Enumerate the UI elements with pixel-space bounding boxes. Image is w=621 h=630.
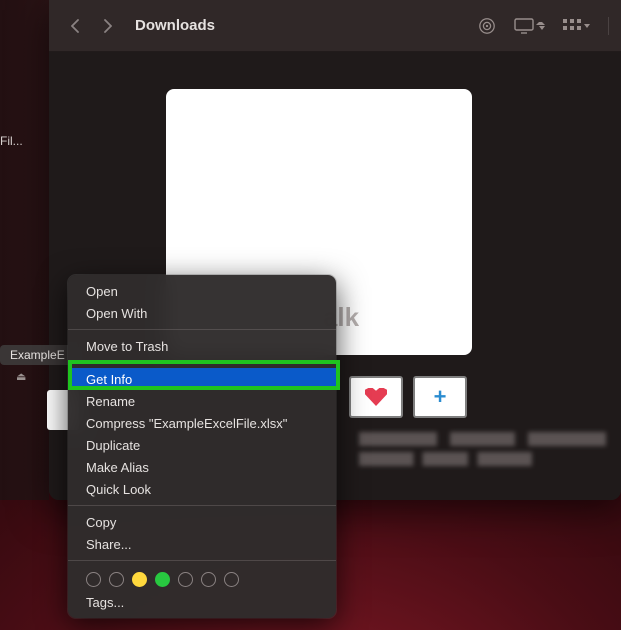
- back-button[interactable]: [61, 14, 89, 38]
- thumbnail-strip: [349, 376, 467, 418]
- tag-color-green[interactable]: [155, 572, 170, 587]
- window-title: Downloads: [135, 17, 478, 34]
- eject-icon[interactable]: ⏏: [16, 370, 26, 383]
- menu-item-quick-look[interactable]: Quick Look: [68, 478, 336, 500]
- context-menu: Open Open With Move to Trash Get Info Re…: [68, 275, 336, 618]
- tag-color-row: [68, 566, 336, 591]
- sidebar-left-sliver: Fil...: [0, 0, 49, 500]
- airdrop-icon[interactable]: [478, 14, 496, 38]
- tag-color-circle[interactable]: [178, 572, 193, 587]
- menu-separator: [68, 329, 336, 330]
- menu-item-copy[interactable]: Copy: [68, 511, 336, 533]
- toolbar-divider-icon: [608, 17, 609, 35]
- file-metadata-text: [359, 432, 619, 472]
- menu-separator: [68, 505, 336, 506]
- menu-item-get-info[interactable]: Get Info: [68, 368, 336, 390]
- tag-color-circle[interactable]: [224, 572, 239, 587]
- forward-button[interactable]: [93, 14, 121, 38]
- display-icon[interactable]: [514, 14, 545, 38]
- menu-item-move-to-trash[interactable]: Move to Trash: [68, 335, 336, 357]
- selected-file-label[interactable]: ExampleE: [0, 345, 75, 365]
- sidebar-truncated-label: Fil...: [0, 128, 26, 154]
- menu-item-open[interactable]: Open: [68, 280, 336, 302]
- thumbnail-item[interactable]: [349, 376, 403, 418]
- tag-color-circle[interactable]: [109, 572, 124, 587]
- menu-item-duplicate[interactable]: Duplicate: [68, 434, 336, 456]
- tag-color-circle[interactable]: [201, 572, 216, 587]
- thumbnail-item[interactable]: [413, 376, 467, 418]
- view-mode-icon[interactable]: [563, 14, 590, 38]
- menu-item-rename[interactable]: Rename: [68, 390, 336, 412]
- menu-item-make-alias[interactable]: Make Alias: [68, 456, 336, 478]
- toolbar-right: [478, 14, 609, 38]
- menu-separator: [68, 362, 336, 363]
- menu-item-tags[interactable]: Tags...: [68, 591, 336, 613]
- menu-item-share[interactable]: Share...: [68, 533, 336, 555]
- tag-color-yellow[interactable]: [132, 572, 147, 587]
- toolbar: Downloads: [49, 0, 621, 52]
- menu-separator: [68, 560, 336, 561]
- menu-item-compress[interactable]: Compress "ExampleExcelFile.xlsx": [68, 412, 336, 434]
- tag-color-circle[interactable]: [86, 572, 101, 587]
- menu-item-open-with[interactable]: Open With: [68, 302, 336, 324]
